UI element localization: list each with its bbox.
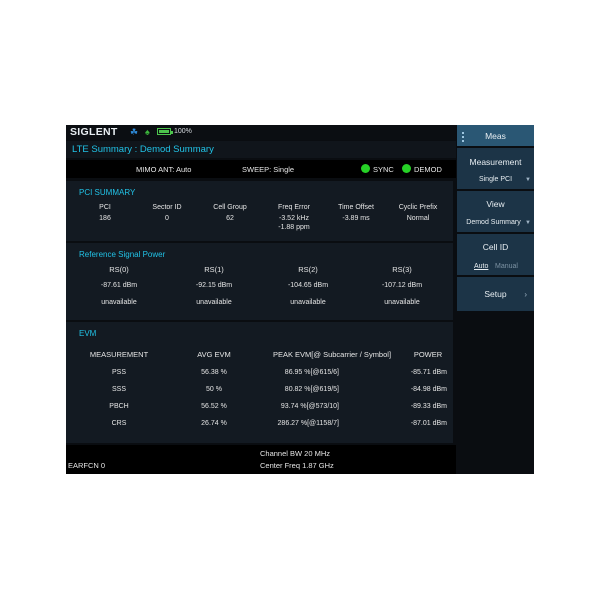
rs1-power: -92.15 dBm: [195, 282, 233, 289]
pci-summary-panel: PCI SUMMARY PCI Sector ID Cell Group Fre…: [66, 181, 453, 241]
pci-summary-title: PCI SUMMARY: [79, 188, 136, 197]
top-bar: SIGLENT ☘ ♠ 100%: [66, 125, 456, 140]
sector-id-value: 0: [165, 215, 169, 222]
evm-row-label: PSS: [111, 369, 127, 376]
freq-error-value: -3.52 kHz: [279, 215, 309, 222]
sector-id-header: Sector ID: [152, 204, 182, 211]
rs2-header: RS(2): [298, 265, 318, 274]
rs1-status: unavailable: [196, 299, 232, 306]
cell-id-manual-option[interactable]: Manual: [495, 263, 518, 270]
evm-panel: EVM MEASUREMENT AVG EVM PEAK EVM[@ Subca…: [66, 322, 453, 443]
evm-row-peak: 80.82 %[@619/5]: [284, 386, 339, 393]
analyzer-screen: SIGLENT ☘ ♠ 100% LTE Summary : Demod Sum…: [66, 125, 534, 474]
peak-evm-header: PEAK EVM[@ Subcarrier / Symbol]: [272, 350, 392, 359]
rs0-power: -87.61 dBm: [100, 282, 138, 289]
cyclic-prefix-value: Normal: [406, 215, 430, 222]
rs3-header: RS(3): [392, 265, 412, 274]
rs2-status: unavailable: [290, 299, 326, 306]
cell-id-softkey[interactable]: Cell ID Auto Manual: [457, 234, 534, 275]
setup-softkey[interactable]: Setup ›: [457, 277, 534, 311]
chevron-right-icon: ›: [524, 290, 527, 299]
sync-label: SYNC: [373, 165, 394, 174]
freq-error-ppm: -1.88 ppm: [278, 224, 310, 231]
setup-softkey-label: Setup: [484, 289, 507, 299]
demod-indicator-icon: [402, 164, 411, 173]
battery-icon: [157, 128, 173, 135]
lan-icon: ♠: [145, 127, 150, 137]
evm-title: EVM: [79, 329, 97, 338]
rs1-header: RS(1): [204, 265, 224, 274]
page-title: LTE Summary : Demod Summary: [72, 144, 214, 155]
measurement-header: MEASUREMENT: [89, 350, 149, 359]
evm-row-label: SSS: [111, 386, 127, 393]
usb-icon: ☘: [130, 127, 139, 137]
evm-row-peak: 93.74 %[@573/10]: [280, 403, 339, 410]
dropdown-arrow-icon: ▼: [525, 220, 531, 226]
evm-row-power: -84.98 dBm: [410, 386, 447, 393]
center-freq-readout: Center Freq 1.87 GHz: [260, 461, 334, 470]
meas-menu-label: Meas: [485, 131, 506, 141]
evm-row-avg: 56.52 %: [201, 403, 227, 410]
view-softkey[interactable]: View Demod Summary ▼: [457, 191, 534, 232]
view-softkey-label: View: [486, 199, 505, 209]
rs0-status: unavailable: [101, 299, 137, 306]
evm-row-power: -89.33 dBm: [410, 403, 447, 410]
mimo-status: MIMO ANT: Auto: [136, 165, 192, 174]
cell-group-value: 62: [226, 215, 234, 222]
pci-header: PCI: [99, 204, 111, 211]
demod-label: DEMOD: [414, 165, 442, 174]
cell-group-header: Cell Group: [213, 204, 247, 211]
evm-row-label: CRS: [111, 420, 127, 427]
rs3-status: unavailable: [384, 299, 420, 306]
rs2-power: -104.65 dBm: [287, 282, 329, 289]
battery-percent: 100%: [174, 128, 192, 135]
reference-signal-title: Reference Signal Power: [79, 250, 166, 259]
view-softkey-value: Demod Summary: [466, 219, 521, 226]
time-offset-value: -3.89 ms: [342, 215, 370, 222]
freq-error-header: Freq Error: [278, 204, 310, 211]
evm-row-avg: 26.74 %: [201, 420, 227, 427]
measurement-softkey[interactable]: Measurement Single PCI ▼: [457, 148, 534, 189]
evm-row-avg: 50 %: [206, 386, 222, 393]
evm-row-power: -85.71 dBm: [410, 369, 447, 376]
pci-value: 186: [99, 215, 111, 222]
power-header: POWER: [413, 350, 443, 359]
cell-id-auto-option[interactable]: Auto: [474, 263, 488, 270]
evm-row-power: -87.01 dBm: [410, 420, 447, 427]
evm-row-label: PBCH: [109, 403, 129, 410]
cell-id-softkey-label: Cell ID: [482, 242, 509, 252]
cyclic-prefix-header: Cyclic Prefix: [398, 204, 438, 211]
reference-signal-panel: Reference Signal Power RS(0) RS(1) RS(2)…: [66, 243, 453, 320]
channel-bw-readout: Channel BW 20 MHz: [260, 449, 331, 458]
title-row: LTE Summary : Demod Summary: [66, 141, 456, 158]
softkey-menu: Meas Measurement Single PCI ▼ View Demod…: [456, 125, 534, 474]
earfcn-readout: EARFCN 0: [68, 461, 106, 470]
bottom-bar: EARFCN 0 Channel BW 20 MHz Center Freq 1…: [66, 445, 456, 474]
sync-indicator-icon: [361, 164, 370, 173]
rs3-power: -107.12 dBm: [381, 282, 423, 289]
evm-row-avg: 56.38 %: [201, 369, 227, 376]
avg-evm-header: AVG EVM: [197, 350, 231, 359]
status-row: MIMO ANT: Auto SWEEP: Single SYNC DEMOD: [66, 160, 456, 178]
brand-logo: SIGLENT: [70, 126, 118, 138]
evm-row-peak: 286.27 %[@1158/7]: [277, 420, 339, 427]
time-offset-header: Time Offset: [338, 204, 374, 211]
sweep-status: SWEEP: Single: [242, 165, 295, 174]
measurement-softkey-label: Measurement: [469, 157, 522, 167]
battery-fill: [159, 130, 169, 133]
evm-row-peak: 86.95 %[@615/6]: [284, 369, 339, 376]
measurement-softkey-value: Single PCI: [478, 176, 513, 183]
rs0-header: RS(0): [109, 265, 129, 274]
meas-menu-header[interactable]: Meas: [457, 125, 534, 146]
dropdown-arrow-icon: ▼: [525, 177, 531, 183]
